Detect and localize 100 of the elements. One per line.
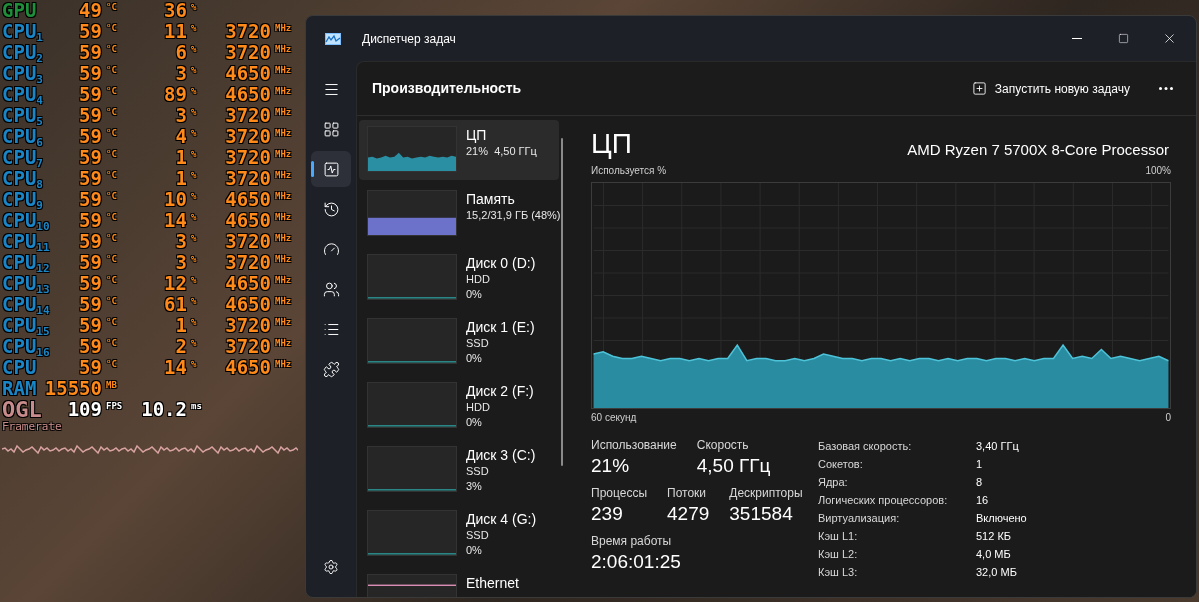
spec-label: Логических процессоров: — [818, 492, 949, 508]
gauge-icon — [322, 240, 340, 258]
osd-value: 1 — [175, 315, 187, 336]
device-usage: 0% — [466, 415, 483, 430]
spec-value: 16 — [976, 492, 989, 508]
activity-nav-button[interactable] — [311, 151, 351, 187]
chart-axis-label: Используется % — [591, 164, 667, 178]
osd-unit: MHz — [275, 127, 293, 140]
osd-unit: °C — [106, 211, 118, 224]
stat-label: Скорость — [696, 437, 750, 453]
osd-label: CPU$_{1}$ — [2, 21, 44, 42]
osd-unit: °C — [106, 22, 118, 35]
device-item[interactable]: Память 15,2/31,9 ГБ (48%) — [359, 184, 559, 244]
stat-value: 351584 — [729, 502, 794, 526]
osd-unit: MHz — [275, 316, 293, 329]
more-icon — [1159, 87, 1173, 90]
osd-label: CPU$_{10}$ — [2, 210, 50, 231]
device-name: Диск 3 (C:) — [466, 446, 536, 464]
device-detail: HDD — [466, 272, 491, 287]
osd-unit: °C — [106, 316, 118, 329]
osd-value: 3720 — [225, 147, 271, 168]
osd-value: 1 — [175, 147, 187, 168]
grid-icon — [322, 120, 340, 138]
osd-value: 3720 — [225, 315, 271, 336]
stat-value: 4,50 ГГц — [696, 454, 771, 478]
osd-unit: % — [191, 232, 198, 245]
osd-label: CPU$_{11}$ — [2, 231, 50, 252]
stat-value: 2:06:01:25 — [591, 550, 681, 574]
osd-label: CPU$_{14}$ — [2, 294, 50, 315]
osd-unit: °C — [106, 232, 118, 245]
osd-unit: °C — [106, 106, 118, 119]
osd-value: 59 — [79, 252, 102, 273]
spec-value: 512 КБ — [976, 528, 1012, 544]
osd-value: 89 — [164, 84, 187, 105]
osd-value: 4650 — [225, 294, 271, 315]
graph-caption: Framerate — [2, 421, 63, 433]
osd-unit: °C — [106, 64, 118, 77]
device-item[interactable]: Ethernet — [359, 568, 559, 597]
spec-value: 3,40 ГГц — [976, 438, 1019, 454]
device-detail: HDD — [466, 400, 491, 415]
osd-value: 1 — [175, 168, 187, 189]
osd-unit: °C — [106, 127, 118, 140]
osd-label: CPU$_{4}$ — [2, 84, 44, 105]
osd-unit: % — [191, 127, 198, 140]
users-icon — [322, 280, 340, 298]
osd-value: 3 — [175, 231, 187, 252]
osd-value: 59 — [79, 294, 102, 315]
osd-unit: MHz — [275, 190, 293, 203]
osd-value: 59 — [79, 147, 102, 168]
osd-value: 59 — [79, 168, 102, 189]
osd-value: 109 — [67, 399, 102, 420]
osd-value: 11 — [164, 21, 187, 42]
osd-value: 6 — [175, 42, 187, 63]
scrollbar[interactable] — [561, 138, 563, 466]
stat-label: Время работы — [591, 533, 673, 549]
osd-unit: °C — [106, 169, 118, 182]
device-item[interactable]: Диск 3 (C:) SSD 3% — [359, 440, 559, 500]
device-detail: 15,2/31,9 ГБ (48%) — [466, 208, 561, 223]
osd-unit: MHz — [275, 106, 293, 119]
device-item[interactable]: Диск 0 (D:) HDD 0% — [359, 248, 559, 308]
device-item[interactable]: Диск 4 (G:) SSD 0% — [359, 504, 559, 564]
osd-value: 59 — [79, 105, 102, 126]
osd-unit: °C — [106, 337, 118, 350]
device-item[interactable]: Диск 2 (F:) HDD 0% — [359, 376, 559, 436]
osd-unit: % — [191, 253, 198, 266]
chart-min-label: 0 — [1165, 411, 1171, 425]
osd-unit: % — [191, 274, 198, 287]
device-detail: SSD — [466, 336, 490, 351]
osd-value: 59 — [79, 84, 102, 105]
osd-value: 4650 — [225, 189, 271, 210]
osd-unit: °C — [106, 253, 118, 266]
device-item[interactable]: ЦП 21% 4,50 ГГц — [359, 120, 559, 180]
osd-unit: MHz — [275, 148, 293, 161]
osd-value: 3 — [175, 252, 187, 273]
run-task-button[interactable]: Запустить новую задачу — [963, 72, 1138, 105]
osd-value: 59 — [79, 231, 102, 252]
osd-label: CPU$_{13}$ — [2, 273, 50, 294]
page-title: Производительность — [372, 79, 522, 98]
osd-value: 3720 — [225, 21, 271, 42]
stat-value: 21% — [591, 454, 631, 478]
osd-value: 3 — [175, 105, 187, 126]
selection-indicator — [311, 161, 314, 177]
spec-value: Включено — [976, 510, 1027, 526]
device-usage: 3% — [466, 479, 483, 494]
spec-value: 1 — [976, 456, 983, 472]
osd-value: 59 — [79, 42, 102, 63]
device-name: Ethernet — [466, 574, 519, 592]
osd-unit: MHz — [275, 295, 293, 308]
spec-value: 32,0 МБ — [976, 564, 1017, 580]
osd-value: 59 — [79, 210, 102, 231]
stat-label: Дескрипторы — [729, 485, 803, 501]
square-plus-icon — [971, 81, 987, 96]
device-detail: SSD — [466, 464, 490, 479]
device-item[interactable]: Диск 1 (E:) SSD 0% — [359, 312, 559, 372]
osd-unit: °C — [106, 43, 118, 56]
maximize-icon — [1117, 33, 1129, 44]
device-usage: 0% — [466, 351, 483, 366]
osd-label: CPU — [2, 357, 38, 378]
osd-value: 10.2 — [141, 399, 187, 420]
osd-unit: ms — [191, 400, 203, 413]
